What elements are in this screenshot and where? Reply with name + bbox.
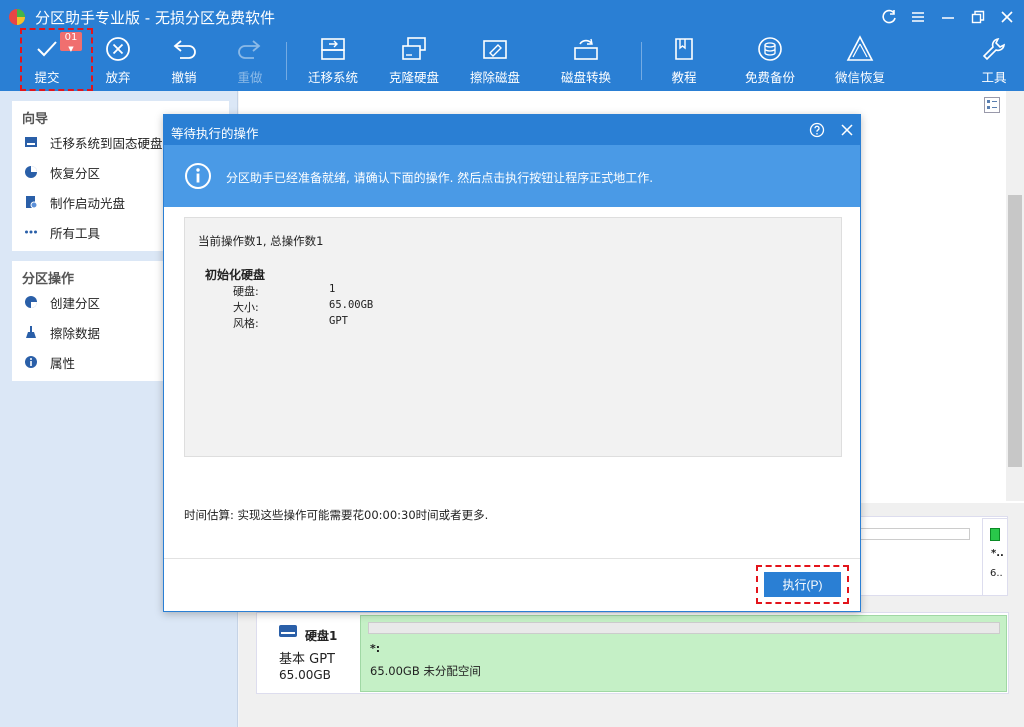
migrate-os-button[interactable]: 迁移系统 bbox=[307, 34, 359, 90]
view-toggle-icon[interactable] bbox=[984, 97, 1000, 113]
dialog-divider bbox=[164, 558, 860, 559]
minimize-icon[interactable] bbox=[937, 6, 959, 28]
redo-button[interactable]: 重做 bbox=[233, 34, 267, 90]
window-title: 分区助手专业版 - 无损分区免费软件 bbox=[35, 9, 275, 27]
free-backup-button[interactable]: 免费备份 bbox=[744, 34, 796, 90]
detail-value: 65.00GB bbox=[329, 299, 374, 311]
wipe-disk-button[interactable]: 擦除磁盘 bbox=[469, 34, 521, 90]
sidebar-item-label: 所有工具 bbox=[50, 225, 101, 241]
time-estimate: 时间估算: 实现这些操作可能需要花00:00:30时间或者更多. bbox=[184, 508, 489, 522]
migrate-os-label: 迁移系统 bbox=[307, 70, 358, 85]
partition-letter: *: bbox=[370, 642, 381, 655]
wechat-recovery-button[interactable]: 微信恢复 bbox=[834, 34, 886, 90]
partition-usage-bar bbox=[368, 622, 1000, 634]
boot-disc-icon bbox=[23, 194, 39, 210]
title-bar: 分区助手专业版 - 无损分区免费软件 bbox=[0, 0, 1024, 32]
help-icon[interactable] bbox=[809, 122, 825, 138]
cancel-circle-icon bbox=[102, 34, 134, 64]
backup-icon bbox=[754, 34, 786, 64]
toolbar-separator bbox=[286, 42, 287, 80]
execute-button[interactable]: 执行(P) bbox=[764, 572, 841, 597]
operation-title: 初始化硬盘 bbox=[205, 268, 266, 282]
detail-value: 1 bbox=[329, 283, 336, 295]
wipe-disk-icon bbox=[479, 34, 511, 64]
discard-label: 放弃 bbox=[105, 70, 131, 85]
convert-disk-icon bbox=[570, 34, 602, 64]
convert-disk-label: 磁盘转换 bbox=[560, 70, 611, 85]
detail-key: 硬盘: bbox=[233, 285, 259, 298]
dialog-title-bar: 等待执行的操作 bbox=[164, 115, 860, 145]
sidebar-item-label: 属性 bbox=[50, 355, 76, 371]
wechat-recovery-icon bbox=[844, 34, 876, 64]
wipe-disk-label: 擦除磁盘 bbox=[469, 70, 520, 85]
more-icon bbox=[23, 224, 39, 240]
free-backup-label: 免费备份 bbox=[744, 70, 795, 85]
background-partition-letter: *.. bbox=[991, 548, 1004, 559]
recover-icon bbox=[23, 164, 39, 180]
scrollbar-thumb[interactable] bbox=[1008, 195, 1022, 467]
dialog-title: 等待执行的操作 bbox=[171, 126, 259, 141]
close-icon[interactable] bbox=[996, 6, 1018, 28]
detail-value: GPT bbox=[329, 315, 348, 327]
background-partition-bar bbox=[858, 528, 970, 540]
sidebar-item-label: 恢复分区 bbox=[50, 165, 101, 181]
info-icon bbox=[23, 354, 39, 370]
background-partition-size: 6.. bbox=[990, 568, 1003, 579]
broom-icon bbox=[23, 324, 39, 340]
disk1-size: 65.00GB bbox=[279, 668, 331, 682]
toolbar-separator bbox=[641, 42, 642, 80]
discard-button[interactable]: 放弃 bbox=[101, 34, 135, 90]
sidebar-item-label: 擦除数据 bbox=[50, 325, 101, 341]
sidebar-item-label: 创建分区 bbox=[50, 295, 101, 311]
undo-label: 撤销 bbox=[171, 70, 197, 85]
partition-color-icon bbox=[990, 528, 1000, 541]
ssd-icon bbox=[23, 134, 39, 150]
title-toolbar: 分区助手专业版 - 无损分区免费软件 提交 放弃 撤销 重做 迁移系统 克隆硬盘… bbox=[0, 0, 1024, 91]
refresh-icon[interactable] bbox=[878, 6, 900, 28]
clone-disk-icon bbox=[398, 34, 430, 64]
tools-button[interactable]: 工具 bbox=[977, 34, 1011, 90]
menu-icon[interactable] bbox=[907, 6, 929, 28]
redo-label: 重做 bbox=[237, 70, 263, 85]
wechat-recovery-label: 微信恢复 bbox=[834, 70, 885, 85]
dialog-info-text: 分区助手已经准备就绪, 请确认下面的操作. 然后点击执行按钮让程序正式地工作. bbox=[226, 171, 654, 185]
undo-icon bbox=[168, 34, 200, 64]
tutorial-button[interactable]: 教程 bbox=[667, 34, 701, 90]
clone-disk-button[interactable]: 克隆硬盘 bbox=[388, 34, 440, 90]
submit-highlight-frame bbox=[20, 28, 93, 91]
wrench-icon bbox=[978, 34, 1010, 64]
pie-icon bbox=[23, 294, 39, 310]
redo-icon bbox=[234, 34, 266, 64]
book-icon bbox=[668, 34, 700, 64]
migrate-os-icon bbox=[317, 34, 349, 64]
tutorial-label: 教程 bbox=[671, 70, 697, 85]
detail-key: 风格: bbox=[233, 317, 259, 330]
sidebar-item-label: 制作启动光盘 bbox=[50, 195, 126, 211]
info-icon bbox=[185, 163, 211, 189]
dialog-info-banner: 分区助手已经准备就绪, 请确认下面的操作. 然后点击执行按钮让程序正式地工作. bbox=[164, 145, 860, 207]
disk1-type: 基本 GPT bbox=[279, 652, 335, 667]
pending-operations-dialog: 等待执行的操作 分区助手已经准备就绪, 请确认下面的操作. 然后点击执行按钮让程… bbox=[163, 114, 861, 612]
app-logo-icon bbox=[9, 9, 25, 25]
convert-disk-button[interactable]: 磁盘转换 bbox=[560, 34, 612, 90]
unallocated-label: 65.00GB 未分配空间 bbox=[370, 664, 481, 678]
tools-label: 工具 bbox=[981, 70, 1007, 85]
dialog-close-icon[interactable] bbox=[839, 122, 855, 138]
clone-disk-label: 克隆硬盘 bbox=[388, 70, 439, 85]
detail-key: 大小: bbox=[233, 301, 259, 314]
operation-count: 当前操作数1, 总操作数1 bbox=[198, 234, 324, 248]
disk1-name: 硬盘1 bbox=[305, 629, 338, 643]
sidebar-item-label: 迁移系统到固态硬盘 bbox=[50, 135, 163, 151]
restore-icon[interactable] bbox=[967, 6, 989, 28]
operations-list: 当前操作数1, 总操作数1 初始化硬盘 硬盘: 1 大小: 65.00GB 风格… bbox=[184, 217, 842, 457]
undo-button[interactable]: 撤销 bbox=[167, 34, 201, 90]
